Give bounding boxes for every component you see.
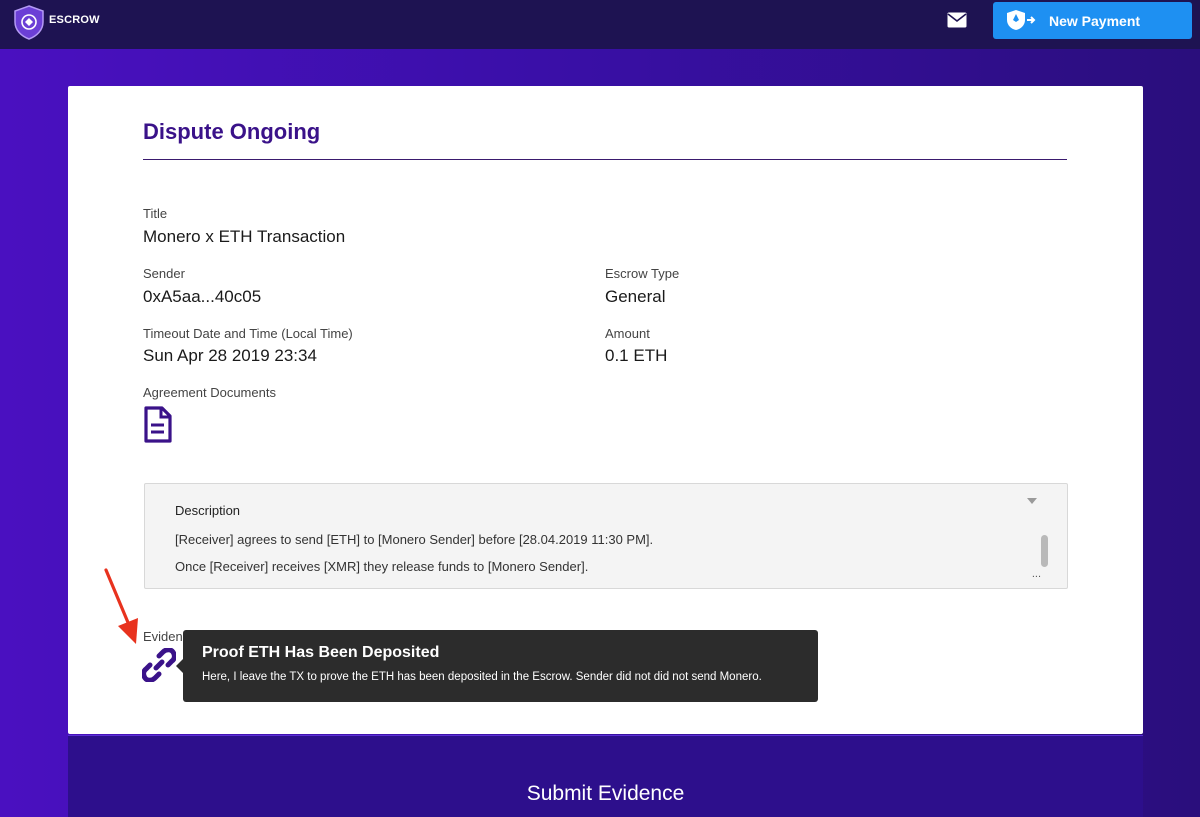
amount-value: 0.1 ETH [605, 346, 668, 365]
description-panel[interactable]: Description [Receiver] agrees to send [E… [144, 483, 1068, 589]
logo-text: ESCROW [49, 14, 100, 26]
tooltip-title: Proof ETH Has Been Deposited [202, 644, 440, 661]
description-line: [Receiver] agrees to send [ETH] to [Mone… [175, 532, 654, 547]
timeout-label: Timeout Date and Time (Local Time) [143, 326, 353, 341]
agreement-documents-label: Agreement Documents [143, 385, 276, 400]
escrow-type-value: General [605, 287, 666, 306]
annotation-arrow-icon [104, 568, 138, 644]
evidence-tooltip: Proof ETH Has Been Deposited Here, I lea… [183, 630, 818, 702]
title-label: Title [143, 206, 168, 221]
timeout-value: Sun Apr 28 2019 23:34 [143, 346, 317, 365]
collapse-caret-icon[interactable] [1027, 498, 1037, 504]
description-scrollbar[interactable] [1041, 535, 1048, 567]
title-divider [143, 159, 1067, 160]
description-more-indicator: ... [1031, 568, 1041, 580]
submit-evidence-section[interactable]: Submit Evidence [68, 735, 1143, 817]
link-icon[interactable] [142, 648, 176, 682]
amount-label: Amount [605, 326, 650, 341]
tooltip-body: Here, I leave the TX to prove the ETH ha… [202, 671, 762, 683]
page-title: Dispute Ongoing [143, 119, 321, 144]
escrow-type-label: Escrow Type [605, 266, 680, 281]
document-icon[interactable] [143, 406, 173, 444]
new-payment-button[interactable]: New Payment [993, 2, 1192, 39]
title-value: Monero x ETH Transaction [143, 227, 346, 246]
tooltip-pointer [176, 659, 183, 673]
description-line: Once [Receiver] receives [XMR] they rele… [175, 559, 589, 574]
sender-label: Sender [143, 266, 185, 281]
new-payment-label: New Payment [1049, 13, 1141, 29]
mail-icon[interactable] [947, 12, 967, 28]
description-title: Description [175, 503, 241, 518]
top-bar: ESCROW New Payment [0, 0, 1200, 49]
escrow-shield-logo-icon[interactable] [12, 4, 46, 40]
submit-evidence-button[interactable]: Submit Evidence [68, 782, 1143, 806]
sender-value: 0xA5aa...40c05 [143, 287, 262, 306]
shield-arrow-icon [1007, 10, 1036, 30]
